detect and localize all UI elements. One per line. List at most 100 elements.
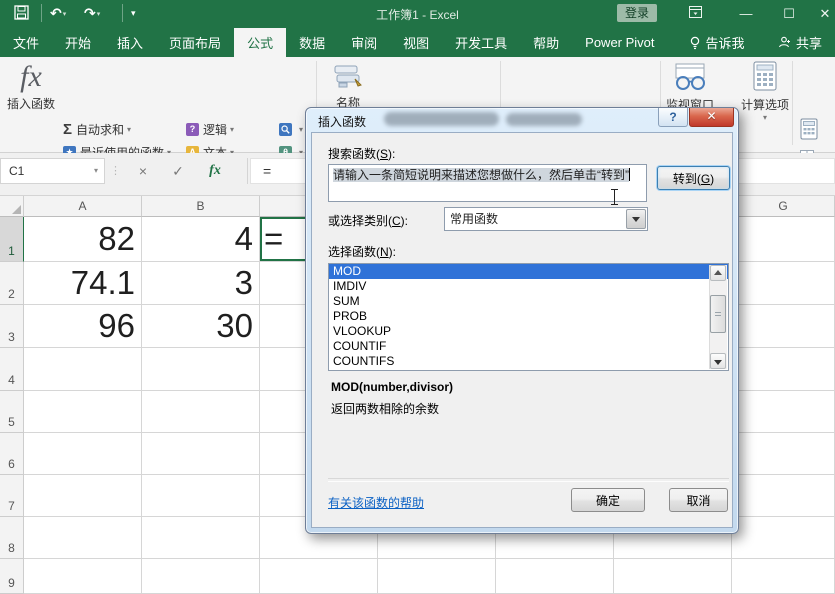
tab-tell-me[interactable]: 告诉我 (676, 28, 758, 57)
cancel-entry-button[interactable]: × (128, 158, 158, 184)
cell-G8[interactable] (732, 517, 835, 559)
calculate-now-button[interactable] (800, 119, 818, 139)
formula-bar-handle[interactable]: ⋮ (110, 158, 121, 184)
cell-F9[interactable] (614, 559, 732, 594)
cell-A2[interactable]: 74.1 (24, 262, 142, 305)
row-header-5[interactable]: 5 (0, 391, 24, 433)
cell-D9[interactable] (378, 559, 496, 594)
close-window-button[interactable]: ✕ (812, 4, 835, 24)
tab-file[interactable]: 文件 (0, 28, 52, 57)
name-manager-button[interactable]: 名称 (326, 63, 370, 111)
cell-G2[interactable] (732, 262, 835, 305)
cell-B7[interactable] (142, 475, 260, 517)
tab-developer[interactable]: 开发工具 (442, 28, 520, 57)
cell-B8[interactable] (142, 517, 260, 559)
function-item-COUNTIFS[interactable]: COUNTIFS (329, 354, 728, 369)
cell-G5[interactable] (732, 391, 835, 433)
maximize-button[interactable]: ☐ (776, 4, 802, 24)
column-header-B[interactable]: B (142, 196, 260, 217)
cell-C9[interactable] (260, 559, 378, 594)
confirm-entry-button[interactable]: ✓ (163, 158, 193, 184)
function-item-VLOOKUP[interactable]: VLOOKUP (329, 324, 728, 339)
cell-B1[interactable]: 4 (142, 217, 260, 262)
cell-B3[interactable]: 30 (142, 305, 260, 348)
scroll-down-button[interactable] (710, 353, 726, 369)
insert-function-button[interactable]: fx 插入函数 (3, 61, 59, 112)
category-select[interactable]: 常用函数 (444, 207, 648, 231)
cell-A4[interactable] (24, 348, 142, 391)
cell-G1[interactable] (732, 217, 835, 262)
cell-A7[interactable] (24, 475, 142, 517)
tab-share[interactable]: 共享 (765, 28, 835, 57)
logical-icon: ? (186, 123, 199, 136)
row-header-3[interactable]: 3 (0, 305, 24, 348)
tab-data[interactable]: 数据 (286, 28, 338, 57)
tab-view[interactable]: 视图 (390, 28, 442, 57)
row-header-2[interactable]: 2 (0, 262, 24, 305)
dialog-close-button[interactable]: ✕ (689, 108, 734, 127)
autosum-button[interactable]: Σ 自动求和▾ (63, 119, 131, 139)
select-all-button[interactable] (0, 196, 24, 217)
cell-A6[interactable] (24, 433, 142, 475)
tab-review[interactable]: 审阅 (338, 28, 390, 57)
column-header-A[interactable]: A (24, 196, 142, 217)
scroll-up-button[interactable] (710, 265, 726, 281)
row-header-7[interactable]: 7 (0, 475, 24, 517)
row-header-6[interactable]: 6 (0, 433, 24, 475)
scrollbar-thumb[interactable] (710, 295, 726, 333)
function-item-MOD[interactable]: MOD (329, 264, 728, 279)
function-item-IMDIV[interactable]: IMDIV (329, 279, 728, 294)
tab-page-layout[interactable]: 页面布局 (156, 28, 234, 57)
cell-G6[interactable] (732, 433, 835, 475)
cell-B2[interactable]: 3 (142, 262, 260, 305)
search-function-label: 搜索函数(S): (328, 145, 395, 162)
tab-insert[interactable]: 插入 (104, 28, 156, 57)
row-header-4[interactable]: 4 (0, 348, 24, 391)
name-box[interactable]: C1 ▾ (0, 158, 105, 184)
search-function-input[interactable]: 请输入一条简短说明来描述您想做什么，然后单击“转到” (328, 164, 647, 202)
ok-button[interactable]: 确定 (571, 488, 645, 512)
function-list-scrollbar[interactable] (709, 265, 727, 369)
minimize-button[interactable]: — (733, 4, 759, 24)
row-header-8[interactable]: 8 (0, 517, 24, 559)
tab-power-pivot[interactable]: Power Pivot (572, 28, 667, 57)
function-item-PROB[interactable]: PROB (329, 309, 728, 324)
tab-help[interactable]: 帮助 (520, 28, 572, 57)
tab-home[interactable]: 开始 (52, 28, 104, 57)
sign-in-button[interactable]: 登录 (617, 4, 657, 22)
category-dropdown-button[interactable] (626, 209, 646, 229)
column-header-G[interactable]: G (732, 196, 835, 217)
logical-button[interactable]: ? 逻辑▾ (186, 119, 234, 139)
row-header-1[interactable]: 1 (0, 217, 24, 262)
name-box-dropdown-icon[interactable]: ▾ (94, 159, 98, 183)
function-item-COUNTIF[interactable]: COUNTIF (329, 339, 728, 354)
calculation-options-button[interactable]: 计算选项 ▾ (740, 61, 790, 122)
tab-formulas[interactable]: 公式 (234, 28, 286, 57)
ribbon-display-options-icon[interactable] (682, 4, 708, 24)
cell-A5[interactable] (24, 391, 142, 433)
insert-function-fx-button[interactable]: fx (200, 158, 230, 184)
cell-G9[interactable] (732, 559, 835, 594)
cell-G3[interactable] (732, 305, 835, 348)
cell-B4[interactable] (142, 348, 260, 391)
cell-B6[interactable] (142, 433, 260, 475)
function-listbox[interactable]: MODIMDIVSUMPROBVLOOKUPCOUNTIFCOUNTIFS (328, 263, 729, 371)
cell-B9[interactable] (142, 559, 260, 594)
cell-A1[interactable]: 82 (24, 217, 142, 262)
cell-G4[interactable] (732, 348, 835, 391)
cell-A3[interactable]: 96 (24, 305, 142, 348)
cell-G7[interactable] (732, 475, 835, 517)
function-help-link[interactable]: 有关该函数的帮助 (328, 494, 424, 511)
cell-A9[interactable] (24, 559, 142, 594)
function-item-SUM[interactable]: SUM (329, 294, 728, 309)
go-button[interactable]: 转到(G) (657, 166, 730, 190)
dialog-help-button[interactable]: ? (658, 108, 688, 127)
cancel-button[interactable]: 取消 (669, 488, 728, 512)
cell-E9[interactable] (496, 559, 614, 594)
dropdown-arrow: ▾ (740, 113, 790, 122)
watch-window-button[interactable]: 监视窗口 (664, 63, 716, 113)
cell-B5[interactable] (142, 391, 260, 433)
lookup-reference-button[interactable]: ▾ (279, 119, 303, 139)
row-header-9[interactable]: 9 (0, 559, 24, 594)
cell-A8[interactable] (24, 517, 142, 559)
